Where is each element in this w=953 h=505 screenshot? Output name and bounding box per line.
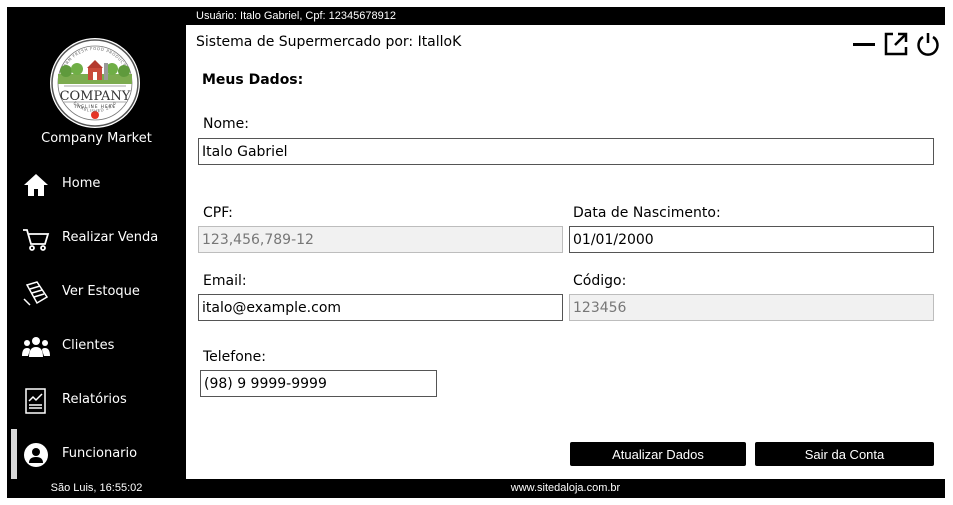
clock: São Luis, 16:55:02 [50,482,143,494]
maximize-icon[interactable] [883,31,909,57]
nav-label-home: Home [62,176,101,191]
users-icon [21,333,51,361]
nav-item-clientes[interactable]: Clientes [7,327,186,367]
sair-da-conta-button[interactable]: Sair da Conta [755,442,934,466]
nav-item-relatorios[interactable]: Relatórios [7,381,186,421]
user-info-bar: Usuário: Italo Gabriel, Cpf: 12345678912 [186,7,945,25]
footer-bar: www.sitedaloja.com.br [186,479,945,498]
nome-label: Nome: [203,116,250,132]
nascimento-input[interactable] [569,226,934,253]
main-content: Sistema de Supermercado por: ItalloK Meu… [186,25,945,479]
nav-label-realizar-venda: Realizar Venda [62,230,159,245]
nascimento-label: Data de Nascimento: [573,205,721,221]
minimize-icon[interactable] [851,31,877,57]
power-icon[interactable] [915,31,941,57]
user-info: Usuário: Italo Gabriel, Cpf: 12345678912 [196,10,396,22]
cpf-label: CPF: [203,205,233,221]
user-icon [21,441,51,469]
email-label: Email: [203,273,247,289]
company-logo: FARM FRESH FOOD PRODUCTS COMPANY TAGLINE… [50,38,140,128]
cart-icon [21,225,51,253]
telefone-label: Telefone: [203,349,266,365]
stock-icon [21,279,51,307]
nome-input[interactable] [198,138,934,165]
nav-item-funcionario[interactable]: Funcionario [7,429,186,479]
nav-item-realizar-venda[interactable]: Realizar Venda [7,219,186,259]
nav-label-clientes: Clientes [62,338,115,353]
nav-label-ver-estoque: Ver Estoque [62,284,140,299]
telefone-input[interactable] [200,370,437,397]
atualizar-dados-button[interactable]: Atualizar Dados [570,442,746,466]
cpf-input [198,226,563,253]
footer-site: www.sitedaloja.com.br [510,482,621,494]
nav-label-funcionario: Funcionario [62,446,138,461]
section-title: Meus Dados: [202,72,304,88]
nav-label-relatorios: Relatórios [62,392,127,407]
report-icon [21,387,51,415]
window-controls [851,31,941,57]
home-icon [21,171,51,199]
codigo-label: Código: [573,273,627,289]
codigo-input [569,294,934,321]
email-input[interactable] [198,294,563,321]
page-title: Sistema de Supermercado por: ItalloK [196,34,462,50]
sidebar: FARM FRESH FOOD PRODUCTS COMPANY TAGLINE… [7,7,186,498]
nav-item-ver-estoque[interactable]: Ver Estoque [7,273,186,313]
company-name: Company Market [41,131,152,146]
nav-item-home[interactable]: Home [7,165,186,205]
